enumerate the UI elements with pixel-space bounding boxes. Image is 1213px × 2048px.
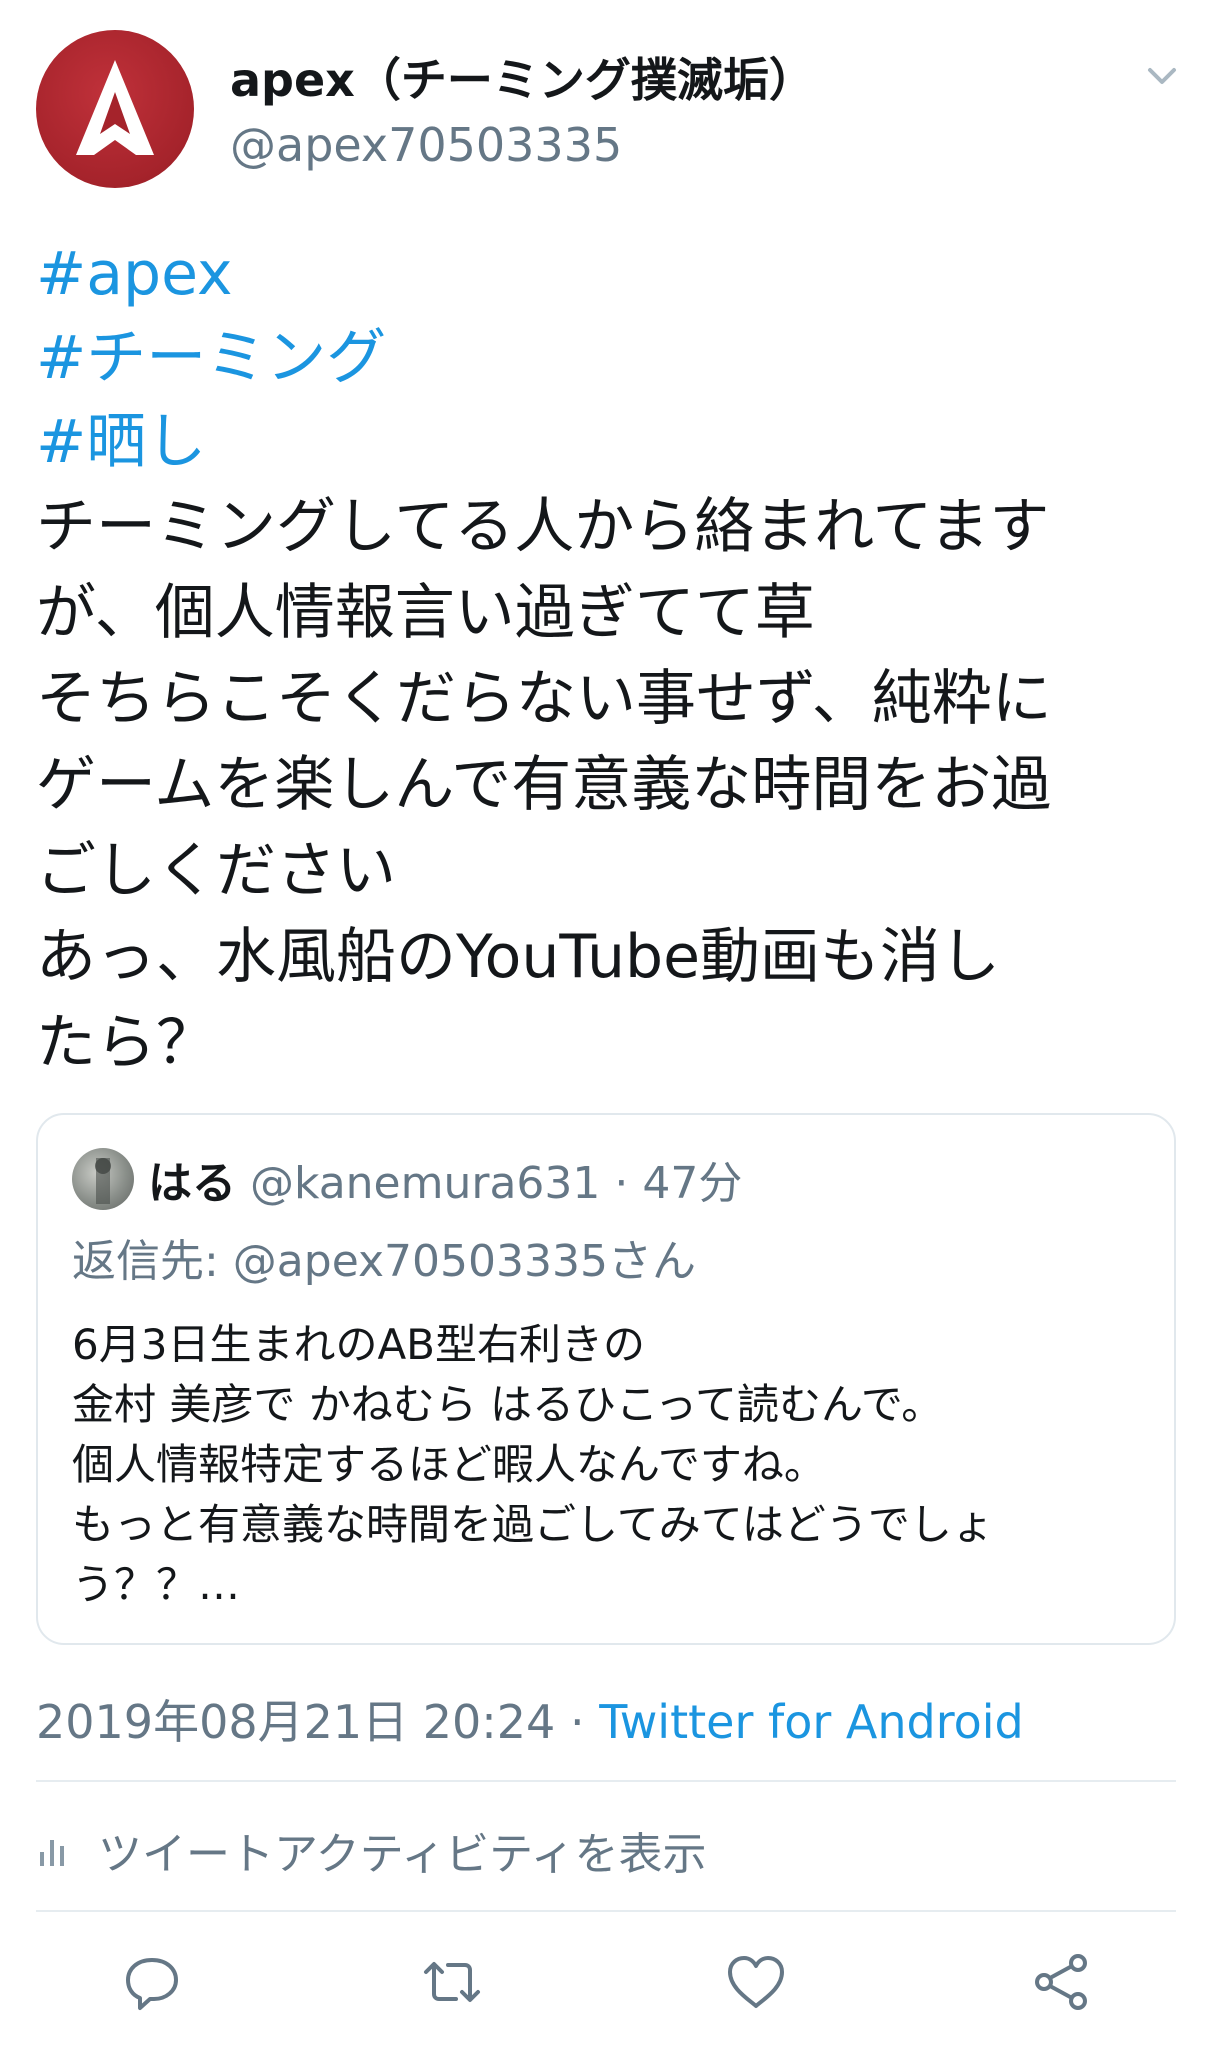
timestamp-separator: · xyxy=(569,1695,585,1749)
quoted-text: 6月3日生まれのAB型右利きの 金村 美彦で かねむら はるひこって読むんで。 … xyxy=(72,1315,1152,1615)
hashtag-link[interactable]: #チーミング xyxy=(36,316,1186,400)
author-avatar[interactable] xyxy=(36,30,194,188)
like-button[interactable] xyxy=(724,1950,788,2014)
tweet-activity-link[interactable]: ツイートアクティビティを表示 xyxy=(36,1820,707,1880)
tweet-source-link[interactable]: Twitter for Android xyxy=(599,1695,1024,1749)
quoted-text-line: 金村 美彦で かねむら はるひこって読むんで。 xyxy=(72,1380,944,1429)
tweet-text-line: チーミングしてる人から絡まれてます xyxy=(36,492,1050,562)
divider xyxy=(36,1910,1176,1912)
quoted-tweet-card[interactable]: はる @kanemura631 · 47分 返信先: @apex70503335… xyxy=(36,1113,1176,1645)
author-display-name[interactable]: apex（チーミング撲滅垢） xyxy=(230,44,815,110)
tweet-text-line: ごしください xyxy=(36,836,396,906)
reply-icon xyxy=(126,1958,178,2010)
quoted-separator: · xyxy=(614,1158,629,1209)
quoted-text-line: 個人情報特定するほど暇人なんですね。 xyxy=(72,1440,826,1489)
quoted-reply-to: 返信先: @apex70503335さん xyxy=(72,1236,696,1287)
hashtag-link[interactable]: #晒し xyxy=(36,400,1186,484)
tweet-datetime: 2019年08月21日 20:24 xyxy=(36,1695,556,1749)
author-handle[interactable]: @apex70503335 xyxy=(230,118,622,172)
retweet-icon xyxy=(424,1962,480,2002)
hashtag-link[interactable]: #apex xyxy=(36,232,1186,316)
tweet-text-line: そちらこそくだらない事せず、純粋に xyxy=(36,664,1052,734)
quoted-name: はる xyxy=(148,1158,236,1209)
tweet-timestamp: 2019年08月21日 20:24 · Twitter for Android xyxy=(36,1686,1024,1752)
chevron-down-icon[interactable] xyxy=(1142,56,1182,96)
tweet-text-line: あっ、水風船のYouTube動画も消し xyxy=(36,922,1000,992)
tweet-action-bar xyxy=(0,1950,1213,2020)
tweet-text-line: たら？ xyxy=(36,1008,216,1078)
quoted-time: 47分 xyxy=(642,1158,743,1209)
reply-button[interactable] xyxy=(120,1950,184,2014)
heart-icon xyxy=(728,1956,784,2008)
quoted-text-line: う？？… xyxy=(72,1560,241,1609)
share-icon xyxy=(1035,1954,1087,2010)
quoted-header: はる @kanemura631 · 47分 xyxy=(148,1147,742,1211)
tweet-text: #apex #チーミング #晒し チーミングしてる人から絡まれてます が、個人情… xyxy=(36,232,1186,1086)
divider xyxy=(36,1780,1176,1782)
tweet-text-line: が、個人情報言い過ぎてて草 xyxy=(36,578,815,648)
quoted-handle: @kanemura631 xyxy=(250,1158,601,1209)
apex-logo-icon xyxy=(76,60,154,155)
quoted-text-line: もっと有意義な時間を過ごしてみてはどうでしょ xyxy=(72,1500,994,1549)
quoted-avatar xyxy=(72,1148,134,1210)
quoted-text-line: 6月3日生まれのAB型右利きの xyxy=(72,1320,645,1369)
tweet-activity-label: ツイートアクティビティを表示 xyxy=(98,1829,707,1880)
retweet-button[interactable] xyxy=(420,1950,484,2014)
share-button[interactable] xyxy=(1030,1950,1094,2014)
bar-chart-icon xyxy=(40,1840,64,1866)
tweet-text-line: ゲームを楽しんで有意義な時間をお過 xyxy=(36,750,1052,820)
